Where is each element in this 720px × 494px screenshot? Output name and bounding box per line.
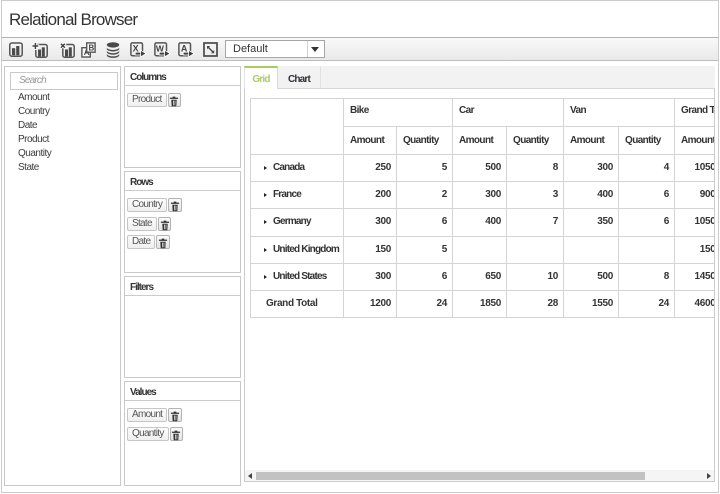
- svg-text:A: A: [181, 43, 188, 53]
- svg-text:X: X: [133, 43, 139, 53]
- svg-text:W: W: [156, 43, 165, 53]
- svg-text:B: B: [89, 43, 95, 52]
